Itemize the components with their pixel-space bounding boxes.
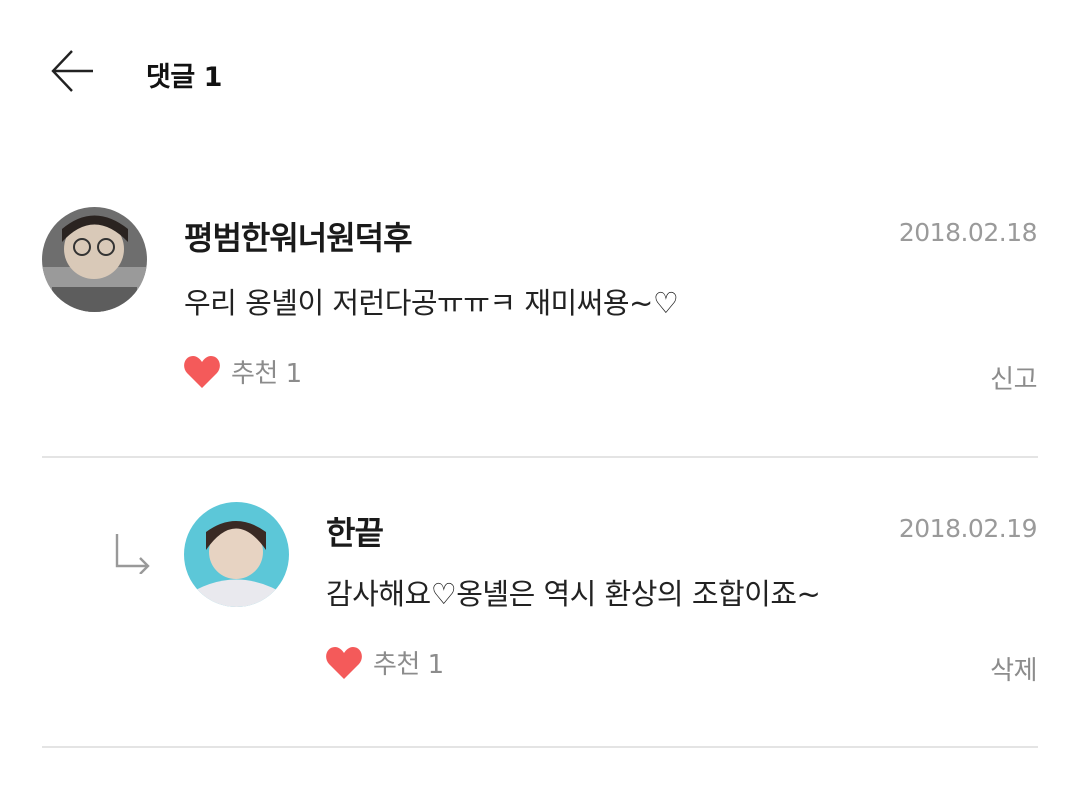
like-button[interactable]: 추천 1: [325, 644, 444, 681]
avatar[interactable]: [184, 502, 289, 607]
heart-icon: [326, 646, 362, 679]
report-button[interactable]: 신고: [990, 359, 1037, 396]
like-count: 추천 1: [231, 359, 302, 389]
comment-date: 2018.02.19: [898, 514, 1038, 543]
delete-button[interactable]: 삭제: [990, 650, 1037, 687]
comment-nickname: 한끝: [326, 514, 384, 552]
avatar[interactable]: [42, 207, 147, 312]
back-arrow-icon[interactable]: [48, 46, 98, 96]
comment-date: 2018.02.18: [898, 218, 1038, 247]
comment-nickname: 평범한워너원덕후: [184, 219, 413, 257]
heart-icon: [184, 355, 220, 388]
page-title: 댓글 1: [146, 62, 222, 93]
reply-arrow-icon: [112, 532, 152, 578]
header: 댓글 1: [0, 0, 1080, 140]
divider: [42, 456, 1038, 458]
comment-text: 감사해요♡옹녤은 역시 환상의 조합이죠~: [326, 577, 821, 611]
divider: [42, 746, 1038, 748]
comment-text: 우리 옹녤이 저런다공ㅠㅠㅋ 재미써용~♡: [184, 286, 679, 320]
like-button[interactable]: 추천 1: [183, 353, 302, 390]
like-count: 추천 1: [373, 650, 444, 680]
